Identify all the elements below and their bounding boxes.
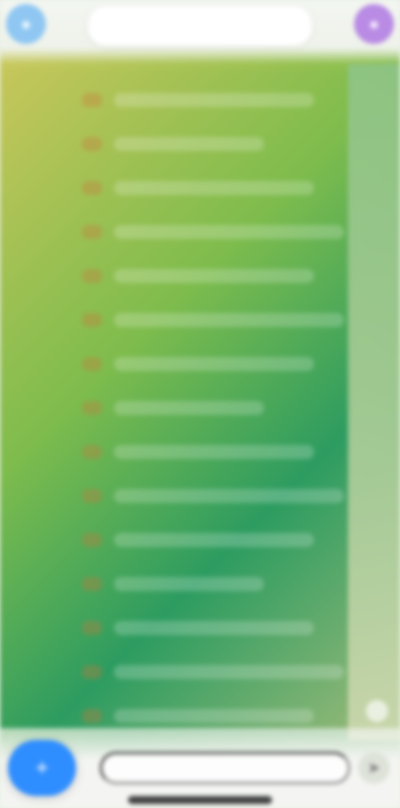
- row-label: [114, 709, 314, 723]
- row-label: [114, 489, 344, 503]
- home-indicator: [128, 796, 272, 804]
- row-label: [114, 93, 314, 107]
- list-item[interactable]: [0, 388, 352, 428]
- row-marker: [82, 577, 102, 591]
- row-label: [114, 577, 264, 591]
- info-dot[interactable]: [366, 700, 388, 722]
- row-marker: [82, 489, 102, 503]
- list-item[interactable]: [0, 432, 352, 472]
- row-marker: [82, 357, 102, 371]
- send-icon: ➤: [367, 760, 381, 777]
- row-marker: [82, 665, 102, 679]
- screen: ● ● + ➤: [0, 0, 400, 808]
- message-input[interactable]: [100, 752, 350, 784]
- send-button[interactable]: ➤: [358, 752, 390, 784]
- list-item[interactable]: [0, 608, 352, 648]
- list-item[interactable]: [0, 300, 352, 340]
- row-marker: [82, 709, 102, 723]
- row-marker: [82, 137, 102, 151]
- row-label: [114, 181, 314, 195]
- row-marker: [82, 225, 102, 239]
- row-marker: [82, 445, 102, 459]
- content-panel: [0, 70, 352, 730]
- list-item[interactable]: [0, 256, 352, 296]
- row-label: [114, 137, 264, 151]
- row-label: [114, 269, 314, 283]
- list-item[interactable]: [0, 168, 352, 208]
- list-item[interactable]: [0, 564, 352, 604]
- list-item[interactable]: [0, 520, 352, 560]
- list-item[interactable]: [0, 124, 352, 164]
- row-label: [114, 401, 264, 415]
- list-item[interactable]: [0, 212, 352, 252]
- row-label: [114, 533, 314, 547]
- plus-icon: +: [35, 755, 49, 780]
- row-marker: [82, 181, 102, 195]
- list-item[interactable]: [0, 652, 352, 692]
- left-avatar[interactable]: ●: [6, 4, 46, 44]
- row-marker: [82, 621, 102, 635]
- title-pill[interactable]: [88, 6, 312, 46]
- list-item[interactable]: [0, 80, 352, 120]
- row-label: [114, 665, 344, 679]
- top-bar: ● ●: [0, 0, 400, 64]
- row-marker: [82, 533, 102, 547]
- list-item[interactable]: [0, 344, 352, 384]
- row-label: [114, 313, 344, 327]
- row-label: [114, 445, 314, 459]
- row-label: [114, 225, 344, 239]
- avatar-icon: ●: [20, 13, 32, 34]
- right-rail: [348, 64, 400, 740]
- right-avatar[interactable]: ●: [354, 4, 394, 44]
- new-item-button[interactable]: +: [8, 740, 76, 796]
- row-marker: [82, 269, 102, 283]
- row-marker: [82, 313, 102, 327]
- row-marker: [82, 93, 102, 107]
- row-marker: [82, 401, 102, 415]
- list-item[interactable]: [0, 476, 352, 516]
- row-label: [114, 621, 314, 635]
- row-label: [114, 357, 314, 371]
- avatar-icon: ●: [368, 13, 380, 34]
